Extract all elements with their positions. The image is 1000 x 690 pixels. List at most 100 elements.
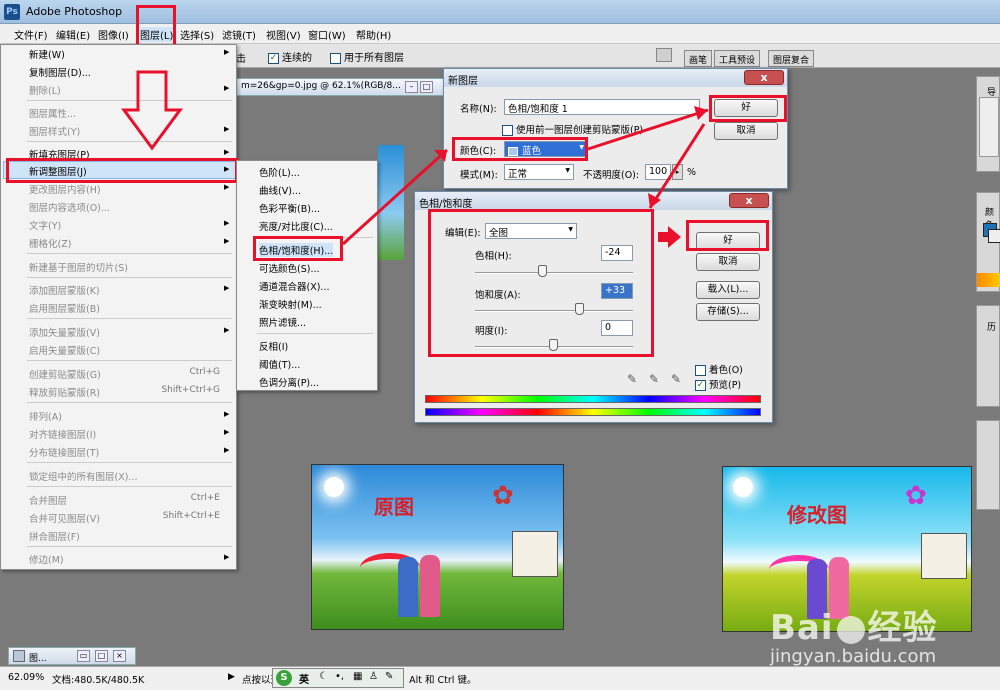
ime-mode[interactable]: 英: [299, 671, 309, 686]
clip-option[interactable]: 使用前一图层创建剪贴蒙版(P): [502, 122, 643, 136]
all-layers-checkbox[interactable]: [330, 52, 341, 64]
menu-window[interactable]: 窗口(W): [308, 27, 346, 42]
opacity-input[interactable]: 100: [645, 164, 671, 180]
minimize-icon[interactable]: –: [405, 81, 418, 93]
clip-checkbox[interactable]: [502, 125, 513, 136]
menu-divider: [27, 546, 232, 547]
printer-icon[interactable]: [656, 48, 672, 62]
menu-select[interactable]: 选择(S): [180, 27, 214, 42]
highlight-sliders: [428, 209, 654, 357]
tab-tool-presets[interactable]: 工具预设: [714, 50, 761, 67]
submenu-photo-filter[interactable]: 照片滤镜...: [259, 315, 306, 329]
play-icon[interactable]: ▶: [228, 672, 235, 682]
color-bar-original: [425, 395, 761, 403]
submenu-divider: [257, 333, 373, 334]
background-swatch[interactable]: [988, 229, 1000, 243]
wrench-icon[interactable]: ✎: [385, 671, 393, 682]
menu-view[interactable]: 视图(V): [266, 27, 301, 42]
submenu-curves[interactable]: 曲线(V)...: [259, 183, 301, 197]
menu-edit[interactable]: 编辑(E): [56, 27, 90, 42]
moon-icon[interactable]: ☾: [319, 671, 328, 682]
chevron-right-icon: ▶: [224, 446, 230, 454]
sun-icon: [324, 477, 344, 497]
menu-help[interactable]: 帮助(H): [356, 27, 391, 42]
chevron-right-icon: ▶: [224, 410, 230, 418]
minimized-doc[interactable]: 图... ▭ □ ×: [8, 647, 136, 665]
hue-cancel-button[interactable]: 取消: [696, 253, 760, 271]
hue-saturation-title[interactable]: 色相/饱和度: [415, 192, 772, 210]
menu-item-merge-visible: 合并可见图层(V): [29, 514, 100, 525]
mode-select[interactable]: 正常: [504, 164, 574, 180]
menu-item-properties: 图层属性...: [29, 109, 77, 120]
submenu-channel-mixer[interactable]: 通道混合器(X)...: [259, 279, 329, 293]
save-button[interactable]: 存储(S)...: [696, 303, 760, 321]
close-icon[interactable]: x: [744, 70, 784, 85]
shortcut-create-clipping: Ctrl+G: [189, 367, 220, 377]
menu-item-new[interactable]: 新建(W): [29, 47, 65, 61]
contiguous-option[interactable]: ✓ 连续的: [268, 49, 312, 64]
submenu-levels[interactable]: 色阶(L)...: [259, 165, 300, 179]
highlight-hue-ok: [686, 220, 769, 251]
shortcut-merge-visible: Shift+Ctrl+E: [162, 511, 220, 521]
preview-option[interactable]: ✓ 预览(P): [695, 377, 741, 391]
punctuation-icon[interactable]: •,: [335, 671, 344, 682]
menu-item-enable-layer-mask: 启用图层蒙版(B): [29, 304, 100, 315]
menu-item-duplicate[interactable]: 复制图层(D)...: [29, 65, 91, 79]
adjustment-submenu: 色阶(L)... 曲线(V)... 色彩平衡(B)... 亮度/对比度(C)..…: [236, 160, 378, 391]
app-title: Adobe Photoshop: [26, 5, 123, 18]
close-icon[interactable]: x: [729, 193, 769, 208]
menu-item-rasterize: 栅格化(Z): [29, 239, 72, 250]
all-layers-option[interactable]: 用于所有图层: [330, 49, 404, 64]
menu-item-arrange: 排列(A): [29, 412, 62, 423]
menu-image[interactable]: 图像(I): [98, 27, 129, 42]
tab-brushes[interactable]: 画笔: [684, 50, 713, 67]
submenu-threshold[interactable]: 阈值(T)...: [259, 357, 300, 371]
layers-panel: [976, 420, 1000, 510]
chevron-right-icon: ▶: [224, 428, 230, 436]
eyedropper-plus-icon[interactable]: ✎: [649, 372, 659, 386]
menu-item-align: 对齐链接图层(I): [29, 430, 97, 441]
submenu-gradient-map[interactable]: 渐变映射(M)...: [259, 297, 322, 311]
preview-checkbox[interactable]: ✓: [695, 380, 706, 391]
tab-layer-comps[interactable]: 图层复合: [768, 50, 815, 67]
maximize-icon[interactable]: □: [95, 650, 108, 662]
menu-filter[interactable]: 滤镜(T): [222, 27, 256, 42]
history-tab[interactable]: 历: [987, 320, 996, 333]
new-layer-cancel-button[interactable]: 取消: [714, 122, 778, 140]
color-panel: 颜色: [976, 192, 1000, 292]
restore-icon[interactable]: ▭: [77, 650, 90, 662]
chevron-right-icon: ▶: [224, 553, 230, 561]
color-ramp[interactable]: [977, 273, 1000, 287]
paw-icon: [836, 615, 865, 644]
highlight-color-select: [452, 137, 588, 161]
layer-name-input[interactable]: 色相/饱和度 1: [504, 99, 700, 115]
submenu-posterize[interactable]: 色调分离(P)...: [259, 375, 319, 389]
new-layer-title[interactable]: 新图层: [444, 69, 787, 87]
submenu-brightness-contrast[interactable]: 亮度/对比度(C)...: [259, 219, 333, 233]
load-button[interactable]: 载入(L)...: [696, 281, 760, 299]
eyedropper-minus-icon[interactable]: ✎: [671, 372, 681, 386]
submenu-selective-color[interactable]: 可选颜色(S)...: [259, 261, 320, 275]
maximize-icon[interactable]: □: [420, 81, 433, 93]
menu-item-release-clipping: 释放剪贴蒙版(R): [29, 388, 101, 399]
colorize-option[interactable]: 着色(O): [695, 362, 743, 376]
eyedropper-icon[interactable]: ✎: [627, 372, 637, 386]
menu-item-add-layer-mask: 添加图层蒙版(K): [29, 286, 100, 297]
opacity-arrow-icon[interactable]: ▸: [672, 164, 683, 180]
ime-toolbar[interactable]: S 英 ☾ •, ▦ ♙ ✎: [272, 668, 404, 688]
menu-file[interactable]: 文件(F): [14, 27, 48, 42]
colorize-checkbox[interactable]: [695, 365, 706, 376]
navigator-preview: [979, 97, 999, 157]
ps-logo-icon: Ps: [4, 4, 20, 20]
contiguous-checkbox[interactable]: ✓: [268, 52, 279, 64]
flower-icon: ✿: [905, 481, 927, 511]
close-icon[interactable]: ×: [113, 650, 126, 662]
name-label: 名称(N):: [460, 104, 497, 115]
submenu-color-balance[interactable]: 色彩平衡(B)...: [259, 201, 320, 215]
submenu-invert[interactable]: 反相(I): [259, 339, 288, 353]
keyboard-icon[interactable]: ▦: [353, 671, 362, 682]
all-layers-label: 用于所有图层: [344, 53, 404, 64]
zoom-level[interactable]: 62.09%: [8, 672, 44, 683]
ime-logo-icon[interactable]: S: [276, 670, 292, 686]
user-icon[interactable]: ♙: [369, 671, 378, 682]
